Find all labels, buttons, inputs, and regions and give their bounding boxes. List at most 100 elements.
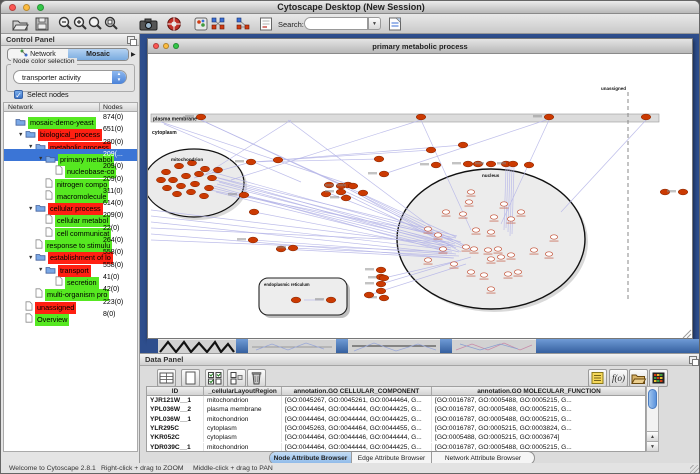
graph-node[interactable]: [472, 228, 479, 232]
background-window-fragment[interactable]: [452, 339, 536, 353]
background-window-edge[interactable]: [336, 339, 348, 353]
table-cell[interactable]: YPL036W__2: [147, 405, 204, 414]
graph-node[interactable]: [156, 177, 165, 183]
graph-node[interactable]: [484, 248, 491, 252]
graph-node[interactable]: [376, 267, 386, 273]
table-cell[interactable]: YLR295C: [147, 424, 204, 433]
background-window-fragment[interactable]: [348, 339, 440, 353]
graph-node[interactable]: [524, 162, 534, 168]
zoom-window-button[interactable]: [37, 4, 44, 11]
graph-node[interactable]: [517, 210, 524, 214]
tab-mosaic[interactable]: Mosaic: [68, 49, 128, 60]
graph-node[interactable]: [291, 297, 301, 303]
graph-node[interactable]: [442, 210, 449, 214]
tree-row[interactable]: nucleobase-co209(0): [4, 161, 137, 173]
table-row[interactable]: YPL036W__2plasma membrane[GO:0044464, GO…: [147, 405, 645, 414]
graph-node[interactable]: [463, 161, 473, 167]
scroll-up-arrow[interactable]: ▲: [647, 431, 658, 441]
table-row[interactable]: YKR052Ccytoplasm[GO:0044464, GO:0044446,…: [147, 433, 645, 442]
graph-node[interactable]: [487, 257, 494, 261]
graph-node[interactable]: [424, 227, 431, 231]
float-panel-icon[interactable]: [127, 36, 135, 44]
title-bar[interactable]: Cytoscape Desktop (New Session): [1, 1, 700, 14]
column-header[interactable]: annotation.GO CELLULAR_COMPONENT: [282, 387, 432, 396]
background-window-edge[interactable]: [536, 339, 700, 353]
graph-node[interactable]: [239, 192, 249, 198]
tree-row[interactable]: cellular metabol209(0): [4, 210, 137, 222]
tree-row[interactable]: cell communicat22(0): [4, 223, 137, 235]
zoom-selected-icon[interactable]: [88, 16, 103, 32]
graph-node[interactable]: [550, 235, 557, 239]
graph-node[interactable]: [168, 177, 177, 183]
graph-node[interactable]: [376, 288, 386, 294]
graph-node[interactable]: [213, 167, 222, 173]
delete-attribute-button[interactable]: [247, 369, 266, 387]
graph-node[interactable]: [374, 156, 384, 162]
graph-node[interactable]: [249, 209, 259, 215]
graph-node[interactable]: [204, 185, 213, 191]
graph-node[interactable]: [641, 114, 651, 120]
search-options-dropdown[interactable]: ▼: [368, 17, 381, 30]
tree-row[interactable]: Overview8(0): [4, 309, 137, 321]
table-cell[interactable]: [GO:0045267, GO:0045261, GO:0044464, G..…: [282, 396, 432, 405]
graph-node[interactable]: [288, 245, 298, 251]
tree-row[interactable]: ▼transport558(0): [4, 260, 137, 272]
table-cell[interactable]: [GO:0016787, GO:0005488, GO:0005215, G..…: [432, 415, 646, 424]
table-cell[interactable]: [GO:0045263, GO:0044464, GO:0044455, G..…: [282, 424, 432, 433]
graph-node[interactable]: [162, 185, 171, 191]
graph-node[interactable]: [379, 171, 389, 177]
table-row[interactable]: YJR121W__1mitochondrion[GO:0045267, GO:0…: [147, 396, 645, 405]
background-window-fragment[interactable]: [248, 339, 336, 353]
table-cell[interactable]: [GO:0016787, GO:0005488, GO:0005215, G..…: [432, 396, 646, 405]
graph-node[interactable]: [487, 287, 494, 291]
table-cell[interactable]: [GO:0044464, GO:0044444, GO:0044425, G..…: [282, 405, 432, 414]
graph-node[interactable]: [336, 189, 346, 195]
graph-node[interactable]: [364, 292, 374, 298]
graph-node[interactable]: [207, 175, 216, 181]
column-header[interactable]: ID: [147, 387, 204, 396]
tree-header[interactable]: Network Nodes: [3, 102, 138, 112]
graph-node[interactable]: [494, 247, 501, 251]
graph-node[interactable]: [348, 183, 358, 189]
graph-node[interactable]: [434, 233, 441, 237]
tree-row[interactable]: nitrogen compo209(0): [4, 174, 137, 186]
snapshot-camera-icon[interactable]: [139, 16, 158, 32]
graph-node[interactable]: [246, 159, 256, 165]
graph-node[interactable]: [465, 200, 472, 204]
annotation-icon[interactable]: [259, 16, 273, 32]
graph-node[interactable]: [426, 147, 436, 153]
attribute-table-header[interactable]: ID_cellularLayoutRegionannotation.GO CEL…: [146, 386, 646, 396]
heatmap-view-button[interactable]: [649, 369, 668, 387]
save-session-icon[interactable]: [34, 16, 50, 32]
zoom-fit-icon[interactable]: [104, 16, 119, 32]
attribute-list-button[interactable]: [588, 369, 607, 387]
table-cell[interactable]: mitochondrion: [204, 396, 282, 405]
table-row[interactable]: YLR295Ccytoplasm[GO:0045263, GO:0044464,…: [147, 424, 645, 433]
network-window-titlebar[interactable]: primary metabolic process: [148, 39, 692, 54]
tree-row[interactable]: ▼biological_process651(0): [4, 124, 137, 136]
window-resize-grip[interactable]: [690, 465, 699, 474]
table-cell[interactable]: mitochondrion: [204, 415, 282, 424]
graph-node[interactable]: [500, 202, 507, 206]
table-cell[interactable]: [GO:0044464, GO:0044444, GO:0044425, G..…: [282, 415, 432, 424]
unselect-attributes-button[interactable]: [227, 369, 246, 387]
graph-node[interactable]: [431, 162, 441, 168]
minimize-window-button[interactable]: [23, 4, 30, 11]
graph-node[interactable]: [376, 281, 386, 287]
zoom-in-icon[interactable]: [73, 16, 88, 32]
network-window-resize-grip[interactable]: [687, 334, 691, 338]
graph-node[interactable]: [181, 173, 190, 179]
float-data-panel-icon[interactable]: [689, 356, 697, 364]
graph-node[interactable]: [199, 193, 208, 199]
graph-node[interactable]: [467, 270, 474, 274]
graph-node[interactable]: [504, 272, 511, 276]
scrollbar-thumb[interactable]: [648, 389, 657, 409]
graph-node[interactable]: [358, 190, 368, 196]
table-cell[interactable]: plasma membrane: [204, 405, 282, 414]
search-input[interactable]: [304, 17, 368, 30]
graph-node[interactable]: [467, 190, 474, 194]
tree-row[interactable]: secretion41(0): [4, 272, 137, 284]
select-attributes-button[interactable]: [205, 369, 224, 387]
network-view-window[interactable]: primary metabolic process plasma membran…: [147, 38, 693, 339]
search-config-icon[interactable]: [388, 16, 402, 32]
